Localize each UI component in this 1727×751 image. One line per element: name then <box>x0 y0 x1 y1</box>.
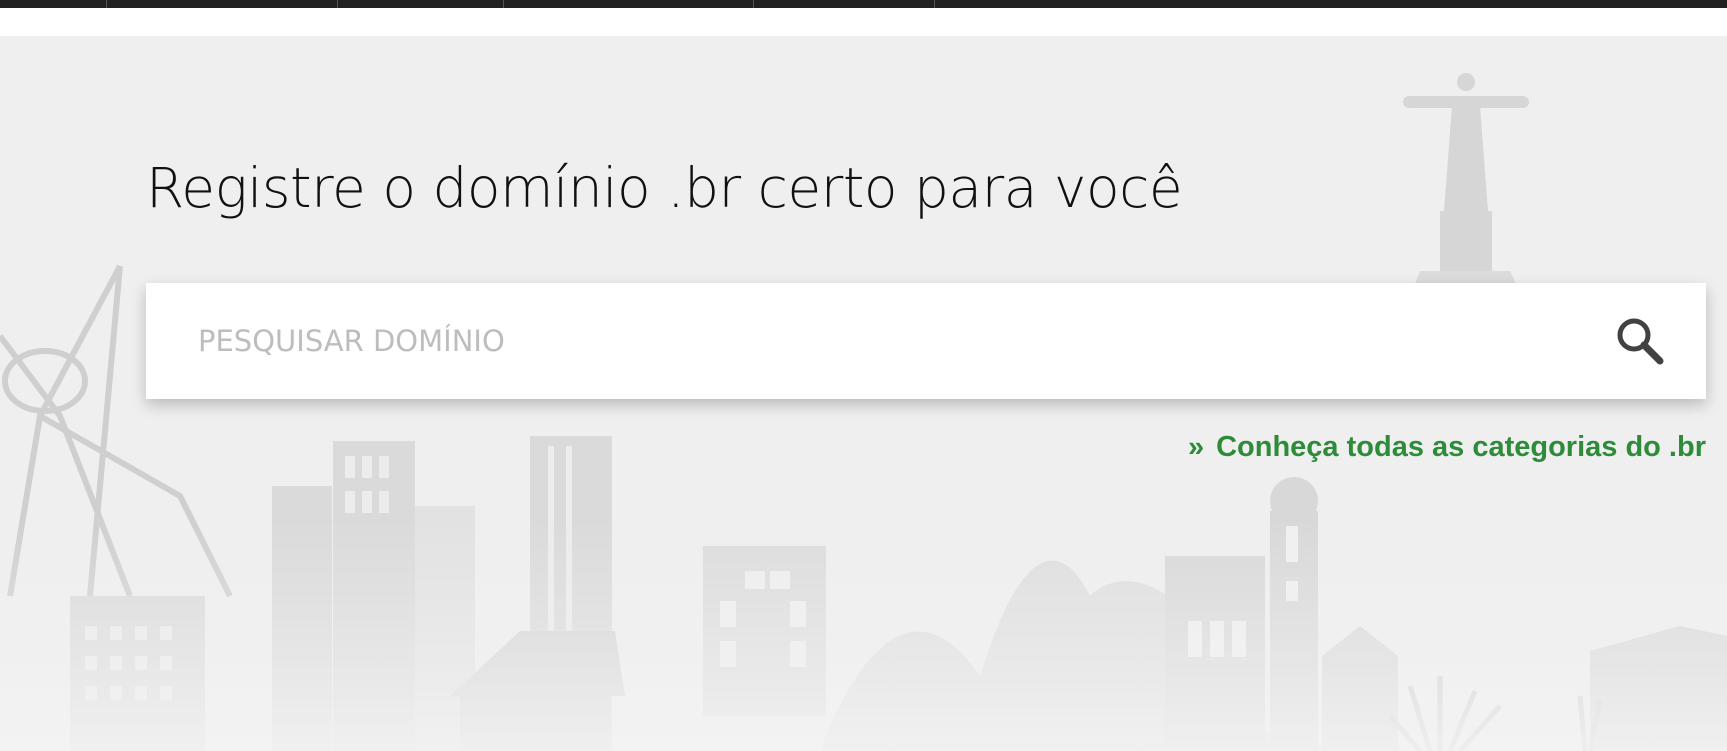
nav-separator <box>934 0 935 8</box>
nav-separator <box>753 0 754 8</box>
nav-separator <box>503 0 504 8</box>
all-categories-link[interactable]: » Conheça todas as categorias do .br <box>1188 431 1706 464</box>
domain-search-input[interactable] <box>198 283 1578 399</box>
search-button[interactable] <box>1610 311 1670 371</box>
domain-search-box <box>146 283 1706 399</box>
top-navigation-bar <box>0 0 1727 8</box>
hero-section: Registre o domínio .br certo para você »… <box>0 36 1727 751</box>
search-icon <box>1617 318 1664 365</box>
nav-separator <box>106 0 107 8</box>
nav-separator <box>337 0 338 8</box>
categories-link-label: Conheça todas as categorias do .br <box>1216 431 1706 463</box>
double-chevron-icon: » <box>1187 431 1205 463</box>
page-title: Registre o domínio .br certo para você <box>146 156 1183 220</box>
